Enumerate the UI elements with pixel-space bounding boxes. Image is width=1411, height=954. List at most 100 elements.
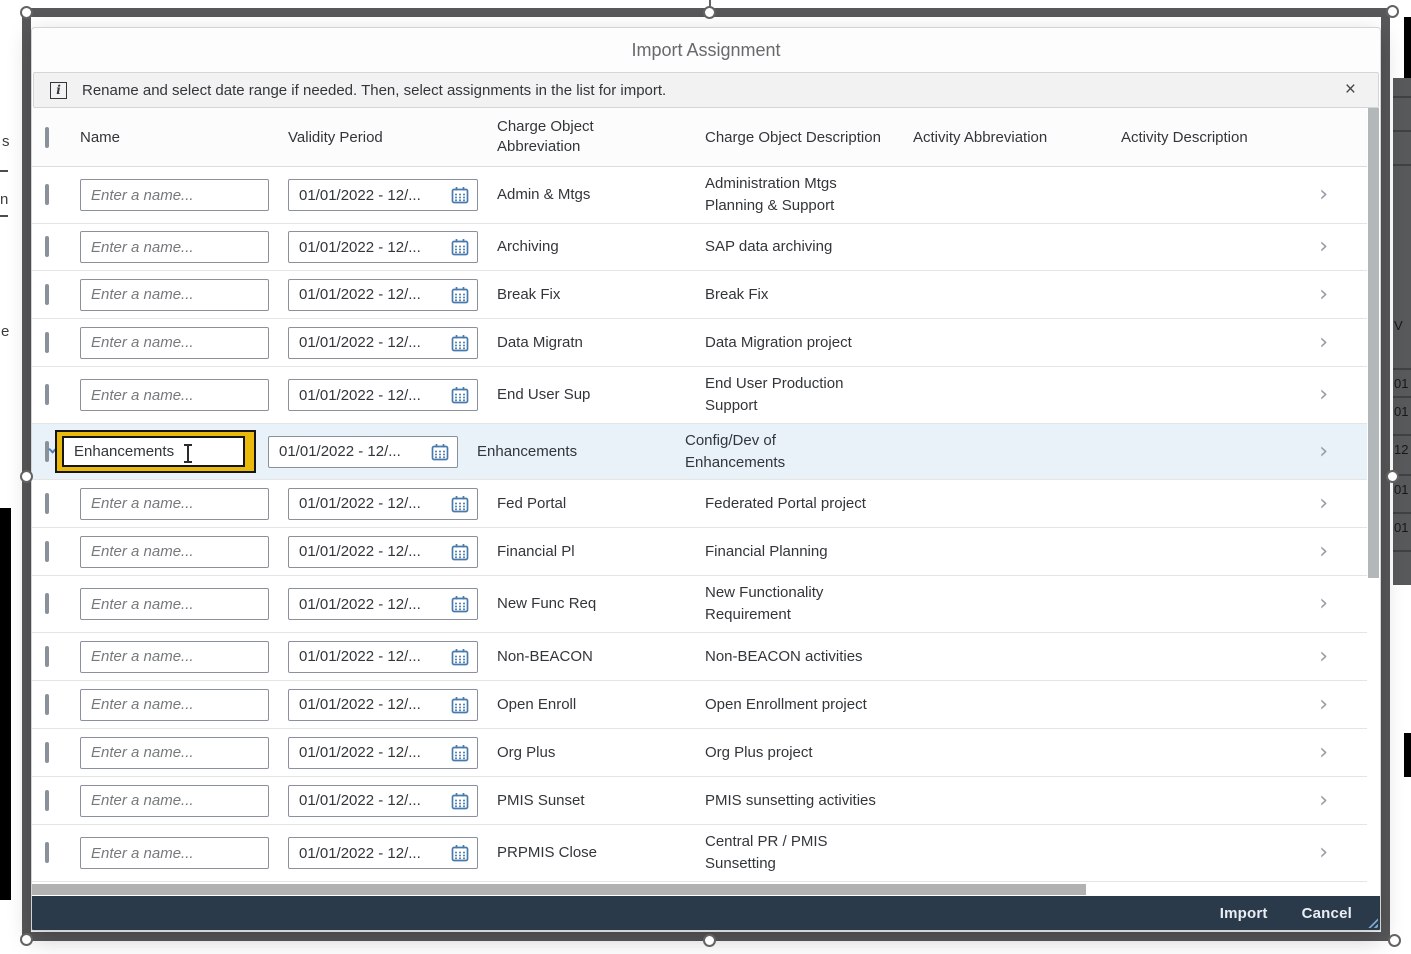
assignment-name-input[interactable] — [80, 179, 269, 211]
calendar-icon[interactable] — [451, 696, 469, 714]
calendar-icon[interactable] — [451, 744, 469, 762]
selection-handle[interactable] — [20, 470, 33, 483]
calendar-icon[interactable] — [451, 792, 469, 810]
assignment-name-input[interactable] — [80, 379, 269, 411]
select-all-checkbox[interactable] — [45, 127, 49, 148]
row-checkbox[interactable] — [45, 284, 49, 305]
horizontal-scrollbar[interactable] — [32, 883, 1380, 896]
row-checkbox[interactable] — [45, 236, 49, 257]
assignment-name-input[interactable] — [80, 327, 269, 359]
row-checkbox[interactable] — [45, 790, 49, 811]
validity-period-field[interactable]: 01/01/2022 - 12/... — [288, 536, 478, 568]
column-header-name[interactable]: Name — [80, 129, 269, 146]
assignment-name-input[interactable] — [80, 837, 269, 869]
row-checkbox[interactable] — [45, 742, 49, 763]
validity-period-field[interactable]: 01/01/2022 - 12/... — [288, 327, 478, 359]
assignment-name-input[interactable] — [80, 641, 269, 673]
assignment-name-input[interactable] — [80, 279, 269, 311]
table-row[interactable]: 01/01/2022 - 12/... New Func Req New Fun… — [32, 576, 1380, 633]
close-icon[interactable]: × — [1345, 73, 1356, 109]
table-row[interactable]: 01/01/2022 - 12/... Open Enroll Open Enr… — [32, 681, 1380, 729]
selection-handle[interactable] — [20, 933, 33, 946]
calendar-icon[interactable] — [451, 495, 469, 513]
row-checkbox[interactable] — [45, 184, 49, 205]
table-row[interactable]: 01/01/2022 - 12/... Non-BEACON Non-BEACO… — [32, 633, 1380, 681]
validity-period-field[interactable]: 01/01/2022 - 12/... — [288, 588, 478, 620]
cancel-button[interactable]: Cancel — [1296, 905, 1358, 922]
row-chevron-icon[interactable]: › — [1319, 743, 1328, 763]
selection-handle[interactable] — [703, 934, 716, 947]
assignment-name-input[interactable] — [80, 689, 269, 721]
column-header-charge-object-abbreviation[interactable]: Charge Object Abbreviation — [497, 117, 617, 157]
validity-period-field[interactable]: 01/01/2022 - 12/... — [288, 837, 478, 869]
assignment-name-input[interactable] — [80, 588, 269, 620]
validity-period-field[interactable]: 01/01/2022 - 12/... — [288, 488, 478, 520]
row-chevron-icon[interactable]: › — [1319, 237, 1328, 257]
table-row-selected[interactable]: 01/01/2022 - 12/... Enhancements Config/… — [32, 424, 1380, 480]
row-checkbox[interactable] — [45, 332, 49, 353]
row-chevron-icon[interactable]: › — [1319, 333, 1328, 353]
calendar-icon[interactable] — [451, 648, 469, 666]
row-checkbox[interactable] — [45, 842, 49, 863]
assignment-name-input[interactable] — [80, 785, 269, 817]
selection-handle[interactable] — [20, 6, 33, 19]
row-checkbox[interactable] — [45, 593, 49, 614]
row-chevron-icon[interactable]: › — [1319, 285, 1328, 305]
row-chevron-icon[interactable]: › — [1319, 791, 1328, 811]
assignment-name-input[interactable] — [80, 488, 269, 520]
validity-period-field[interactable]: 01/01/2022 - 12/... — [288, 785, 478, 817]
assignment-name-input[interactable] — [80, 536, 269, 568]
vertical-scrollbar-thumb[interactable] — [1368, 108, 1379, 578]
validity-period-field[interactable]: 01/01/2022 - 12/... — [288, 231, 478, 263]
assignment-name-input[interactable] — [62, 436, 245, 467]
row-checkbox[interactable] — [45, 384, 49, 405]
table-row[interactable]: 01/01/2022 - 12/... Financial Pl Financi… — [32, 528, 1380, 576]
column-header-validity-period[interactable]: Validity Period — [288, 129, 478, 146]
calendar-icon[interactable] — [451, 386, 469, 404]
selection-handle[interactable] — [1388, 934, 1401, 947]
validity-period-field[interactable]: 01/01/2022 - 12/... — [288, 689, 478, 721]
table-row[interactable]: 01/01/2022 - 12/... Data Migratn Data Mi… — [32, 319, 1380, 367]
table-row[interactable]: 01/01/2022 - 12/... Org Plus Org Plus pr… — [32, 729, 1380, 777]
calendar-icon[interactable] — [451, 286, 469, 304]
validity-period-field[interactable]: 01/01/2022 - 12/... — [288, 279, 478, 311]
assignment-name-input[interactable] — [80, 737, 269, 769]
row-checkbox[interactable] — [45, 694, 49, 715]
table-row[interactable]: 01/01/2022 - 12/... End User Sup End Use… — [32, 367, 1380, 424]
table-row[interactable]: 01/01/2022 - 12/... Admin & Mtgs Adminis… — [32, 167, 1380, 224]
row-chevron-icon[interactable]: › — [1319, 843, 1328, 863]
column-header-charge-object-description[interactable]: Charge Object Description — [705, 129, 894, 146]
vertical-scrollbar[interactable] — [1367, 108, 1380, 885]
row-chevron-icon[interactable]: › — [1319, 695, 1328, 715]
selection-handle[interactable] — [703, 6, 716, 19]
calendar-icon[interactable] — [451, 543, 469, 561]
import-button[interactable]: Import — [1214, 905, 1274, 922]
calendar-icon[interactable] — [451, 844, 469, 862]
row-chevron-icon[interactable]: › — [1319, 494, 1328, 514]
selection-handle[interactable] — [1386, 470, 1399, 483]
row-chevron-icon[interactable]: › — [1319, 542, 1328, 562]
calendar-icon[interactable] — [451, 238, 469, 256]
resize-grip-icon[interactable] — [1366, 916, 1378, 928]
row-checkbox-checked[interactable] — [45, 441, 49, 462]
calendar-icon[interactable] — [451, 186, 469, 204]
table-row[interactable]: 01/01/2022 - 12/... PRPMIS Close Central… — [32, 825, 1380, 882]
row-checkbox[interactable] — [45, 646, 49, 667]
row-checkbox[interactable] — [45, 493, 49, 514]
row-chevron-icon[interactable]: › — [1319, 385, 1328, 405]
validity-period-field[interactable]: 01/01/2022 - 12/... — [288, 737, 478, 769]
table-row[interactable]: 01/01/2022 - 12/... Archiving SAP data a… — [32, 224, 1380, 271]
column-header-activity-abbreviation[interactable]: Activity Abbreviation — [913, 129, 1102, 146]
validity-period-field[interactable]: 01/01/2022 - 12/... — [288, 379, 478, 411]
row-checkbox[interactable] — [45, 541, 49, 562]
row-chevron-icon[interactable]: › — [1319, 442, 1328, 462]
table-row[interactable]: 01/01/2022 - 12/... Fed Portal Federated… — [32, 480, 1380, 528]
column-header-activity-description[interactable]: Activity Description — [1121, 129, 1311, 146]
validity-period-field[interactable]: 01/01/2022 - 12/... — [268, 436, 458, 468]
row-chevron-icon[interactable]: › — [1319, 594, 1328, 614]
horizontal-scrollbar-thumb[interactable] — [32, 884, 1086, 895]
validity-period-field[interactable]: 01/01/2022 - 12/... — [288, 641, 478, 673]
table-row[interactable]: 01/01/2022 - 12/... PMIS Sunset PMIS sun… — [32, 777, 1380, 825]
calendar-icon[interactable] — [431, 443, 449, 461]
validity-period-field[interactable]: 01/01/2022 - 12/... — [288, 179, 478, 211]
